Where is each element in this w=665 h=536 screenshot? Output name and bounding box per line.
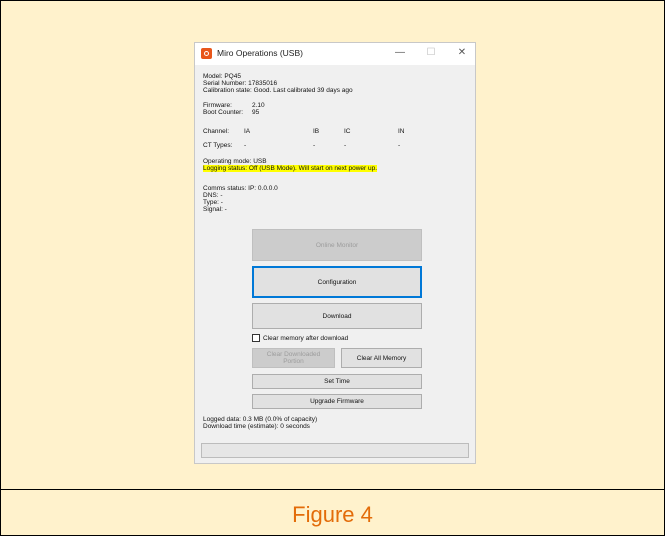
clear-memory-checkbox[interactable] — [252, 334, 260, 342]
clear-downloaded-portion-button[interactable]: Clear Downloaded Portion — [252, 348, 335, 368]
progress-bar — [201, 443, 469, 458]
download-time-text: Download time (estimate): 0 seconds — [203, 423, 310, 430]
configuration-button[interactable]: Configuration — [252, 266, 422, 298]
channel-ia: IA — [244, 128, 251, 135]
ct-type-ib: - — [313, 142, 316, 149]
operating-mode-text: Operating mode: USB — [203, 158, 267, 165]
calibration-text: Calibration state: Good. Last calibrated… — [203, 87, 353, 94]
logged-data-text: Logged data: 0.3 MB (0.0% of capacity) — [203, 416, 318, 423]
app-window: Miro Operations (USB) — ☐ ✕ Model: PQ45 … — [194, 42, 476, 464]
ct-type-in: - — [398, 142, 401, 149]
online-monitor-button[interactable]: Online Monitor — [252, 229, 422, 261]
channel-ic: IC — [344, 128, 351, 135]
clear-memory-checkbox-label[interactable]: Clear memory after download — [263, 335, 348, 342]
dns-text: DNS: - — [203, 192, 223, 199]
comms-status-text: Comms status: IP: 0.0.0.0 — [203, 185, 278, 192]
minimize-icon[interactable]: — — [391, 46, 409, 60]
window-title: Miro Operations (USB) — [217, 48, 303, 58]
figure-panel: Miro Operations (USB) — ☐ ✕ Model: PQ45 … — [0, 0, 665, 490]
channel-ib: IB — [313, 128, 320, 135]
channel-in: IN — [398, 128, 405, 135]
ct-types-label: CT Types: — [203, 142, 233, 149]
channel-label: Channel: — [203, 128, 230, 135]
upgrade-firmware-button[interactable]: Upgrade Firmware — [252, 394, 422, 409]
boot-counter-label: Boot Counter: — [203, 109, 244, 116]
firmware-label: Firmware: — [203, 102, 232, 109]
download-button[interactable]: Download — [252, 303, 422, 329]
signal-text: Signal: - — [203, 206, 227, 213]
ct-type-ia: - — [244, 142, 247, 149]
boot-counter-value: 95 — [252, 109, 260, 116]
serial-number-text: Serial Number: 17835016 — [203, 80, 278, 87]
type-text: Type: - — [203, 199, 223, 206]
title-bar[interactable]: Miro Operations (USB) — ☐ ✕ — [195, 43, 475, 65]
clear-all-memory-button[interactable]: Clear All Memory — [341, 348, 422, 368]
close-icon[interactable]: ✕ — [453, 46, 471, 60]
firmware-value: 2.10 — [252, 102, 265, 109]
maximize-icon[interactable]: ☐ — [422, 46, 440, 60]
model-text: Model: PQ45 — [203, 73, 241, 80]
logging-status-text: Logging status: Off (USB Mode). Will sta… — [203, 165, 378, 172]
app-logo-icon — [201, 48, 212, 59]
ct-type-ic: - — [344, 142, 347, 149]
document-page: Miro Operations (USB) — ☐ ✕ Model: PQ45 … — [0, 0, 665, 536]
set-time-button[interactable]: Set Time — [252, 374, 422, 389]
figure-caption: Figure 4 — [292, 502, 373, 527]
caption-panel: Figure 4 — [0, 489, 665, 536]
